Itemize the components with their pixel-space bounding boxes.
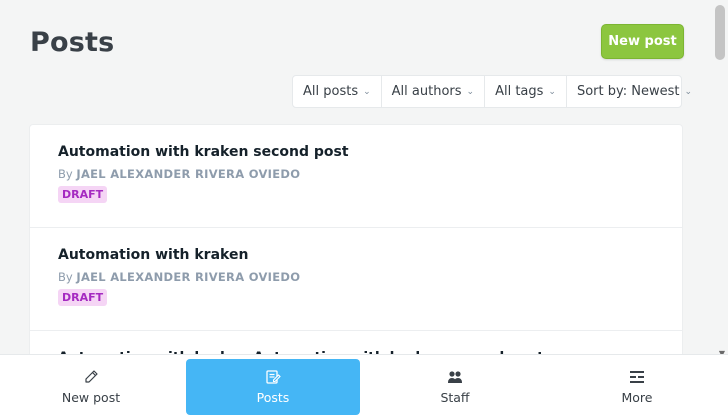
post-author-prefix: By xyxy=(58,270,73,284)
chevron-down-icon: ⌄ xyxy=(548,86,556,97)
filter-all-authors[interactable]: All authors ⌄ xyxy=(382,76,486,107)
new-post-button[interactable]: New post xyxy=(601,24,684,59)
list-item[interactable]: Automation with kraken second post By JA… xyxy=(30,125,682,228)
menu-icon xyxy=(630,371,644,383)
scrollbar-thumb[interactable] xyxy=(715,5,725,60)
nav-new-post[interactable]: New post xyxy=(0,359,182,415)
nav-more[interactable]: More xyxy=(546,359,728,415)
status-badge: DRAFT xyxy=(58,289,108,306)
post-title[interactable]: Automation with kraken xyxy=(58,247,682,263)
post-title[interactable]: Automation with kraken second post xyxy=(58,144,682,160)
nav-posts[interactable]: Posts xyxy=(186,359,360,415)
nav-staff[interactable]: Staff xyxy=(364,359,546,415)
filter-label: All posts xyxy=(303,84,359,99)
chevron-down-icon: ⌄ xyxy=(684,86,693,97)
filter-bar: All posts ⌄ All authors ⌄ All tags ⌄ Sor… xyxy=(292,75,692,108)
posts-list: Automation with kraken second post By JA… xyxy=(29,124,683,364)
status-badge: DRAFT xyxy=(58,186,108,203)
post-author: By JAEL ALEXANDER RIVERA OVIEDO xyxy=(58,270,682,284)
nav-label: Staff xyxy=(440,390,470,405)
bottom-nav: New post Posts Staff More xyxy=(0,354,728,418)
nav-label: Posts xyxy=(256,390,290,405)
filter-label: Sort by: Newest xyxy=(576,84,680,99)
people-icon xyxy=(448,371,462,383)
filter-all-tags[interactable]: All tags ⌄ xyxy=(485,76,567,107)
nav-label: New post xyxy=(61,390,121,405)
post-author-name: JAEL ALEXANDER RIVERA OVIEDO xyxy=(76,167,301,181)
post-author-prefix: By xyxy=(58,167,73,181)
post-author-name: JAEL ALEXANDER RIVERA OVIEDO xyxy=(76,270,301,284)
chevron-down-icon: ⌄ xyxy=(363,86,371,97)
filter-all-posts[interactable]: All posts ⌄ xyxy=(293,76,382,107)
chevron-down-icon: ⌄ xyxy=(466,86,475,97)
filter-label: All authors xyxy=(391,84,462,99)
nav-label: More xyxy=(621,390,653,405)
edit-document-icon xyxy=(266,370,281,384)
pencil-icon xyxy=(85,370,98,383)
post-author: By JAEL ALEXANDER RIVERA OVIEDO xyxy=(58,167,682,181)
filter-sort-by[interactable]: Sort by: Newest ⌄ xyxy=(567,76,702,107)
page-title: Posts xyxy=(30,27,115,58)
filter-label: All tags xyxy=(495,84,544,99)
list-item[interactable]: Automation with kraken By JAEL ALEXANDER… xyxy=(30,228,682,331)
